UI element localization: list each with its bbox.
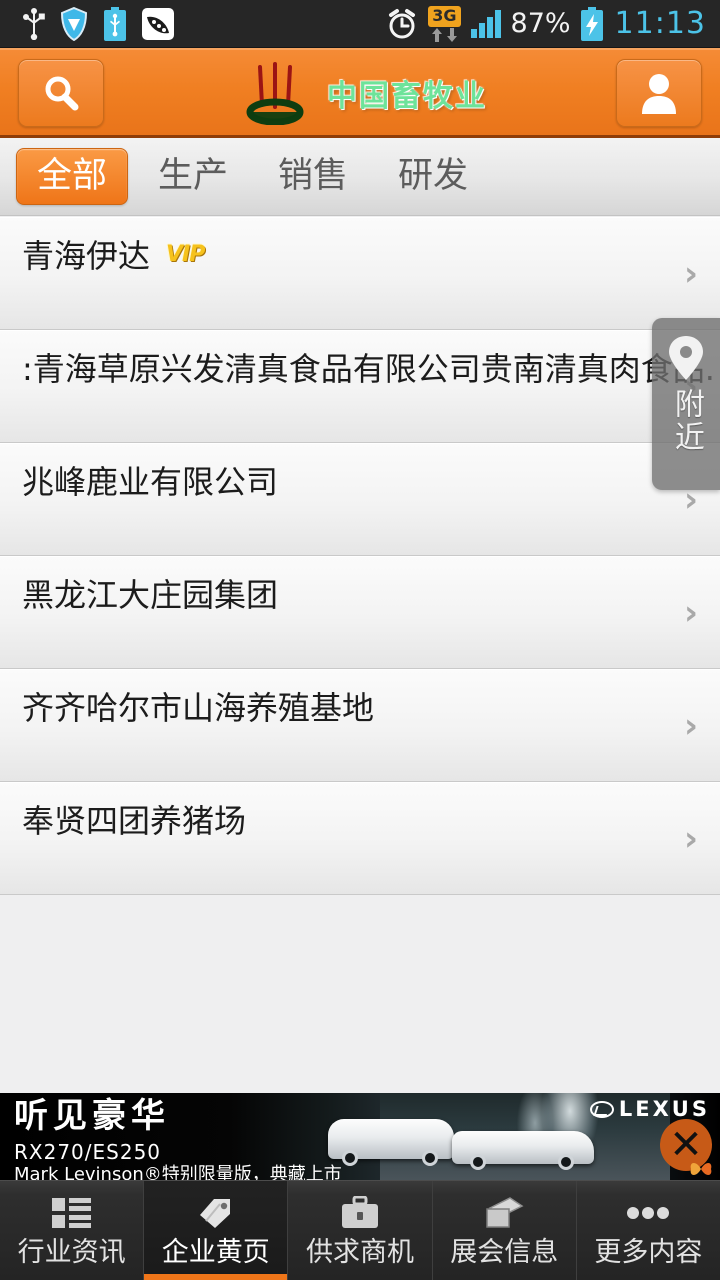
search-button[interactable] [18, 58, 104, 127]
butterfly-icon [690, 1162, 712, 1176]
ad-banner[interactable]: 听见豪华 RX270/ES250 Mark Levinson®特别限量版，典藏上… [0, 1093, 720, 1180]
ad-car-sedan [452, 1131, 594, 1170]
nav-label: 行业资讯 [17, 1237, 126, 1268]
tag-icon [196, 1193, 236, 1233]
nav-label: 供求商机 [306, 1237, 414, 1268]
alarm-clock-icon [389, 8, 416, 38]
category-tab-bar: 全部 生产 销售 研发 [0, 138, 720, 216]
list-item[interactable]: 黑龙江大庄园集团 › [0, 556, 720, 669]
app-logo: 中国畜牧业 [104, 61, 616, 125]
list-item[interactable]: 奉贤四团养猪场 › [0, 782, 720, 895]
category-tab-production[interactable]: 生产 [138, 149, 248, 205]
data-transfer-icon [430, 27, 459, 42]
company-name: 兆峰鹿业有限公司 [22, 463, 279, 498]
app-root: 3G 87% 11:13 中国畜牧业 全部 生产 销售 研发 青海伊达 VIP … [0, 0, 720, 1280]
profile-button[interactable] [616, 58, 702, 127]
battery-charging-icon [580, 6, 603, 41]
signal-bars-icon [470, 9, 501, 38]
briefcase-icon [340, 1193, 380, 1233]
app-header: 中国畜牧业 [0, 48, 720, 138]
battery-percent-label: 87% [510, 8, 571, 39]
chevron-right-icon: › [683, 253, 698, 294]
status-bar-left-icons [0, 6, 174, 41]
shield-icon [60, 6, 88, 41]
category-tab-rnd[interactable]: 研发 [378, 149, 488, 205]
company-list[interactable]: 青海伊达 VIP › :青海草原兴发清真食品有限公司贵南清真肉食品. › 兆峰鹿业… [0, 217, 720, 895]
peapod-icon [142, 7, 174, 40]
list-item[interactable]: 青海伊达 VIP › [0, 217, 720, 330]
status-bar: 3G 87% 11:13 [0, 0, 720, 48]
location-pin-icon [669, 336, 703, 380]
nav-item-more[interactable]: 更多内容 [577, 1181, 720, 1280]
status-bar-right-icons: 3G 87% 11:13 [386, 5, 720, 42]
company-name: 奉贤四团养猪场 [22, 802, 247, 837]
nav-label: 企业黄页 [161, 1237, 270, 1268]
usb-icon [23, 7, 45, 40]
incense-burner-logo [246, 61, 304, 125]
list-item[interactable]: 齐齐哈尔市山海养殖基地 › [0, 669, 720, 782]
bottom-navigation: 行业资讯 企业黄页 供求商机 展会信息 更多内容 [0, 1180, 720, 1280]
category-tab-sales[interactable]: 销售 [258, 149, 368, 205]
list-item[interactable]: 兆峰鹿业有限公司 › [0, 443, 720, 556]
more-dots-icon [626, 1193, 670, 1233]
ad-subtitle: Mark Levinson®特别限量版，典藏上市 [14, 1163, 342, 1180]
nearby-label: 附近 [668, 388, 704, 454]
company-name-text: 青海伊达 [22, 237, 151, 272]
ad-model: RX270/ES250 [14, 1139, 162, 1164]
chevron-right-icon: › [683, 592, 698, 633]
list-item[interactable]: :青海草原兴发清真食品有限公司贵南清真肉食品. › [0, 330, 720, 443]
company-name: 齐齐哈尔市山海养殖基地 [22, 689, 375, 724]
grid-list-icon [51, 1193, 92, 1233]
photos-icon [484, 1193, 524, 1233]
user-profile-icon [642, 73, 676, 114]
ad-headline: 听见豪华 [14, 1096, 170, 1136]
nav-label: 更多内容 [594, 1237, 703, 1268]
nav-item-supply-demand[interactable]: 供求商机 [288, 1181, 433, 1280]
ad-copy: 听见豪华 RX270/ES250 Mark Levinson®特别限量版，典藏上… [14, 1096, 342, 1180]
battery-usb-icon [104, 6, 126, 41]
company-name: :青海草原兴发清真食品有限公司贵南清真肉食品. [22, 350, 715, 385]
network-status: 3G [428, 5, 461, 42]
company-name: 黑龙江大庄园集团 [22, 576, 279, 611]
lexus-brand-logo: LEXUS [589, 1097, 710, 1121]
chevron-right-icon: › [683, 818, 698, 859]
status-bar-clock: 11:13 [614, 5, 706, 41]
nav-item-industry-news[interactable]: 行业资讯 [0, 1181, 145, 1280]
chevron-right-icon: › [683, 705, 698, 746]
app-title: 中国畜牧业 [327, 78, 487, 114]
network-type-badge: 3G [428, 5, 461, 27]
vip-badge: VIP [166, 242, 205, 267]
nav-item-company-yellow-pages[interactable]: 企业黄页 [144, 1181, 289, 1280]
lexus-emblem-icon [589, 1100, 614, 1118]
nav-label: 展会信息 [450, 1237, 559, 1268]
search-icon [45, 76, 79, 110]
category-tab-all[interactable]: 全部 [16, 147, 129, 206]
lexus-wordmark: LEXUS [618, 1097, 710, 1121]
ad-car-suv [328, 1119, 454, 1166]
nearby-button[interactable]: 附近 [652, 318, 720, 490]
company-name: 青海伊达 VIP [0, 218, 264, 272]
nav-item-exhibition-info[interactable]: 展会信息 [433, 1181, 577, 1280]
